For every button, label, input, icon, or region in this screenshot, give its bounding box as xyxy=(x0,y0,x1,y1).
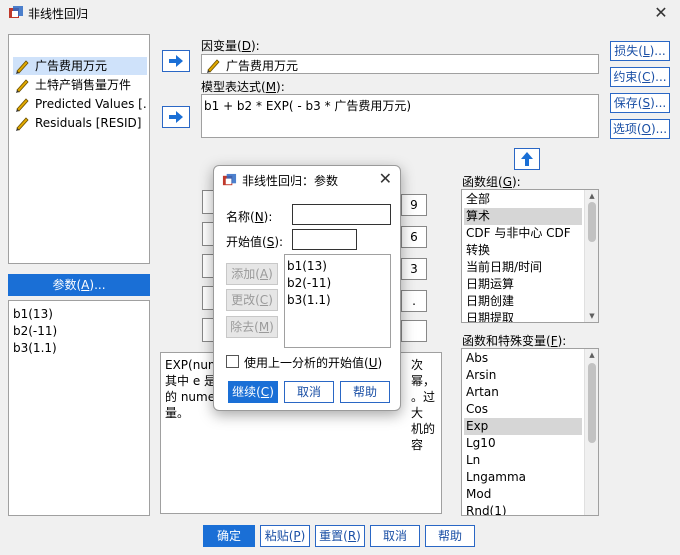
list-item[interactable]: b1(13) xyxy=(13,306,53,323)
list-item[interactable]: Ln xyxy=(464,452,582,469)
function-groups-label: 函数组(G): xyxy=(462,175,521,189)
reset-button[interactable]: 重置(R) xyxy=(315,525,365,547)
list-item[interactable]: 算术 xyxy=(464,208,582,225)
parameters-button[interactable]: 参数(A)... xyxy=(8,274,150,296)
list-item[interactable]: 日期运算 xyxy=(464,276,582,293)
list-item[interactable]: 日期提取 xyxy=(464,310,582,322)
model-label: 模型表达式(M): xyxy=(201,80,285,94)
loss-button[interactable]: 损失(L)... xyxy=(610,41,670,61)
continue-button[interactable]: 继续(C) xyxy=(228,381,278,403)
scale-variable-icon xyxy=(16,117,29,131)
scale-variable-icon xyxy=(207,59,220,73)
dialog-title: 非线性回归：参数 xyxy=(242,174,339,188)
list-item[interactable]: 当前日期/时间 xyxy=(464,259,582,276)
calc-key[interactable] xyxy=(401,320,427,342)
options-button[interactable]: 选项(O)... xyxy=(610,119,670,139)
arrow-right-icon xyxy=(169,55,183,67)
list-item[interactable]: Mod xyxy=(464,486,582,503)
spss-app-icon xyxy=(222,173,237,186)
dialog-help-button[interactable]: 帮助 xyxy=(340,381,390,403)
list-item[interactable]: Arsin xyxy=(464,367,582,384)
dialog-parameters-list[interactable]: b1(13) b2(-11) b3(1.1) xyxy=(284,254,391,348)
close-icon[interactable]: ✕ xyxy=(379,169,392,188)
constraints-button[interactable]: 约束(C)... xyxy=(610,67,670,87)
parameters-list[interactable]: b1(13) b2(-11) b3(1.1) xyxy=(8,300,150,516)
scroll-thumb[interactable] xyxy=(588,202,596,242)
use-previous-start-label: 使用上一分析的开始值(U) xyxy=(244,356,383,370)
help-button[interactable]: 帮助 xyxy=(425,525,475,547)
scroll-down-icon[interactable]: ▼ xyxy=(588,312,596,320)
list-item[interactable]: b3(1.1) xyxy=(287,292,331,309)
name-label: 名称(N): xyxy=(226,210,273,224)
change-button[interactable]: 更改(C) xyxy=(226,289,278,311)
list-item[interactable]: b1(13) xyxy=(287,258,327,275)
start-value-label: 开始值(S): xyxy=(226,235,284,249)
move-to-dependent-button[interactable] xyxy=(162,50,190,72)
scale-variable-icon xyxy=(16,98,29,112)
arrow-right-icon xyxy=(169,111,183,123)
cancel-button[interactable]: 取消 xyxy=(370,525,420,547)
list-item[interactable]: Exp xyxy=(464,418,582,435)
dependent-label: 因变量(D): xyxy=(201,39,260,53)
list-item[interactable]: Artan xyxy=(464,384,582,401)
calc-key-3[interactable]: 3 xyxy=(401,258,427,280)
use-previous-start-checkbox[interactable] xyxy=(226,355,239,368)
scale-variable-icon xyxy=(16,60,29,74)
calc-key-6[interactable]: 6 xyxy=(401,226,427,248)
variable-list[interactable]: 广告费用万元 土特产销售量万件 Predicted Values [... Re… xyxy=(8,34,150,264)
model-expression-input[interactable]: b1 + b2 * EXP( - b3 * 广告费用万元) xyxy=(201,94,599,138)
list-item[interactable]: b3(1.1) xyxy=(13,340,57,357)
list-item[interactable]: Cos xyxy=(464,401,582,418)
move-to-model-button[interactable] xyxy=(162,106,190,128)
list-item[interactable]: CDF 与非中心 CDF xyxy=(464,225,582,242)
scroll-thumb[interactable] xyxy=(588,363,596,443)
add-button[interactable]: 添加(A) xyxy=(226,263,278,285)
title-bar: 非线性回归 ✕ xyxy=(0,0,680,26)
name-input[interactable] xyxy=(292,204,391,225)
functions-label: 函数和特殊变量(F): xyxy=(462,334,567,348)
list-item[interactable]: 日期创建 xyxy=(464,293,582,310)
spss-app-icon xyxy=(9,6,23,18)
list-item[interactable]: b2(-11) xyxy=(13,323,57,340)
variable-item[interactable]: 广告费用万元 xyxy=(13,57,147,75)
remove-button[interactable]: 除去(M) xyxy=(226,316,278,338)
list-item[interactable]: 转换 xyxy=(464,242,582,259)
start-value-input[interactable] xyxy=(292,229,357,250)
calc-key-9[interactable]: 9 xyxy=(401,194,427,216)
list-item[interactable]: 全部 xyxy=(464,191,582,208)
model-expression-value: b1 + b2 * EXP( - b3 * 广告费用万元) xyxy=(204,99,412,113)
scroll-up-icon[interactable]: ▲ xyxy=(588,351,596,359)
function-groups-list[interactable]: 全部 算术 CDF 与非中心 CDF 转换 当前日期/时间 日期运算 日期创建 … xyxy=(461,189,599,323)
list-item[interactable]: Rnd(1) xyxy=(464,503,582,515)
dependent-field[interactable]: 广告费用万元 xyxy=(201,54,599,74)
scale-variable-icon xyxy=(16,79,29,93)
scrollbar[interactable]: ▲ xyxy=(584,349,598,515)
dependent-value: 广告费用万元 xyxy=(226,59,299,73)
list-item[interactable]: Abs xyxy=(464,350,582,367)
close-icon[interactable]: ✕ xyxy=(650,2,672,24)
insert-function-button[interactable] xyxy=(514,148,540,170)
variable-item[interactable]: Predicted Values [... xyxy=(13,95,147,113)
variable-item[interactable]: 土特产销售量万件 xyxy=(13,76,147,94)
functions-list[interactable]: Abs Arsin Artan Cos Exp Lg10 Ln Lngamma … xyxy=(461,348,599,516)
variable-item[interactable]: Residuals [RESID] xyxy=(13,114,147,132)
scrollbar[interactable]: ▲ ▼ xyxy=(584,190,598,322)
scroll-up-icon[interactable]: ▲ xyxy=(588,192,596,200)
list-item[interactable]: Lngamma xyxy=(464,469,582,486)
description-right-fragment: 次幂， 。过大 机的容 xyxy=(411,358,436,452)
save-button[interactable]: 保存(S)... xyxy=(610,93,670,113)
calc-key-dot[interactable]: . xyxy=(401,290,427,312)
list-item[interactable]: b2(-11) xyxy=(287,275,331,292)
list-item[interactable]: Lg10 xyxy=(464,435,582,452)
window-title: 非线性回归 xyxy=(28,7,89,21)
dialog-cancel-button[interactable]: 取消 xyxy=(284,381,334,403)
arrow-up-icon xyxy=(521,152,533,166)
parameters-dialog[interactable]: 非线性回归：参数 ✕ 名称(N): 开始值(S): 添加(A) 更改(C) 除去… xyxy=(213,165,401,411)
ok-button[interactable]: 确定 xyxy=(203,525,255,547)
paste-button[interactable]: 粘贴(P) xyxy=(260,525,310,547)
